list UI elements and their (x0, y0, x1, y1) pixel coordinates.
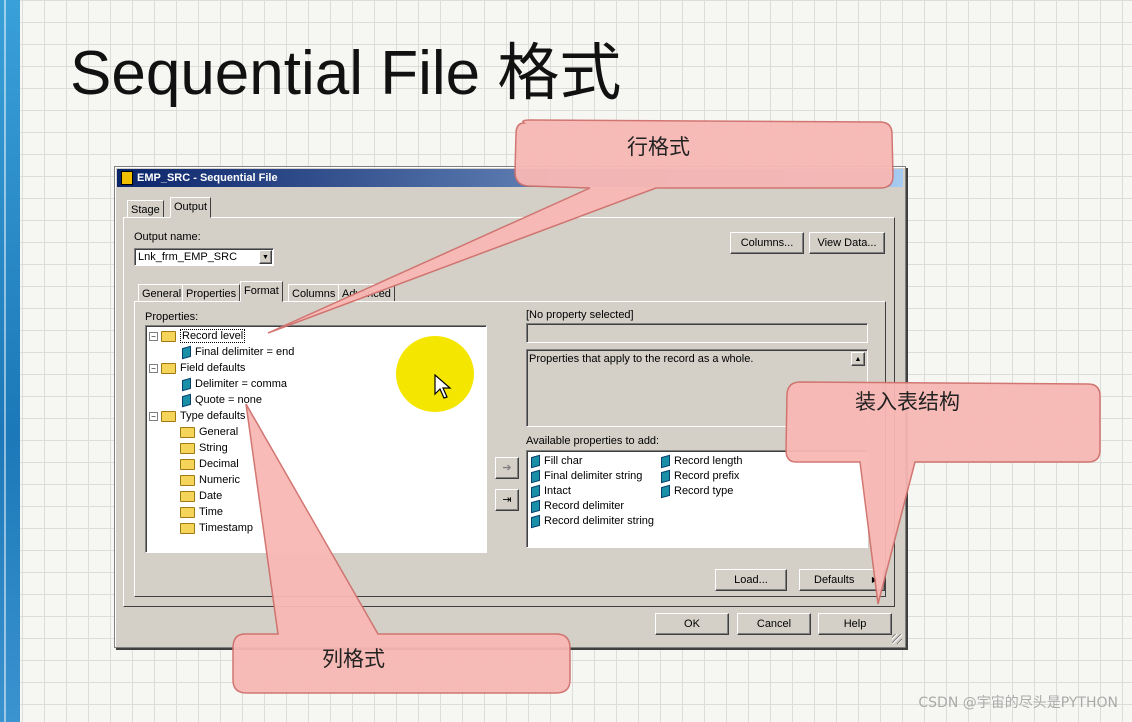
watermark: CSDN @宇宙的尽头是PYTHON (918, 695, 1118, 711)
callout-row-format (267, 119, 894, 334)
callout-layer (232, 119, 1101, 694)
callout-column-format-text: 列格式 (322, 647, 385, 671)
subtab-format[interactable]: Format (240, 281, 283, 302)
tab-output[interactable]: Output (170, 197, 212, 218)
callout-row-format-text: 行格式 (627, 135, 690, 159)
callout-column-format (232, 403, 571, 694)
callout-load-table-text: 装入表结构 (855, 390, 960, 414)
